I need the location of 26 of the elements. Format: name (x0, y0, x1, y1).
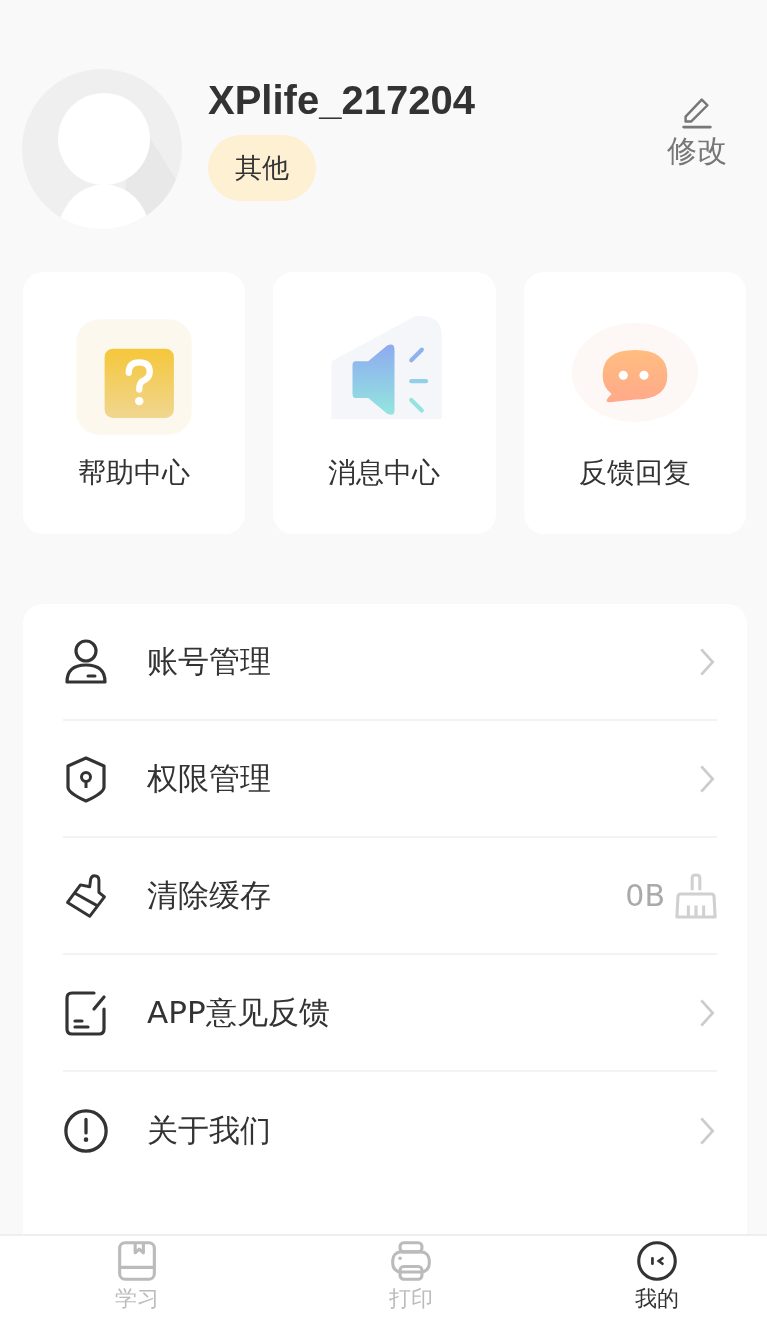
username: XPlife_217204 (208, 77, 475, 123)
broom-icon (675, 872, 717, 919)
printer-icon (389, 1240, 432, 1282)
shortcut-card[interactable]: 反馈回复 (523, 272, 746, 534)
menu-item[interactable]: APP意见反馈 (63, 955, 717, 1072)
tab[interactable]: 我的 (547, 1236, 767, 1318)
menu-item[interactable]: 权限管理 (63, 721, 717, 838)
book-icon (115, 1240, 158, 1282)
chevron-right-icon (699, 1115, 715, 1146)
shield-icon (63, 754, 109, 803)
person-icon (63, 637, 109, 686)
edit-button[interactable]: 修改 (667, 90, 727, 172)
chevron-right-icon (699, 763, 715, 794)
chevron-right-icon (699, 997, 715, 1028)
info-icon (63, 1106, 109, 1155)
menu-item[interactable]: 清除缓存 0B (63, 838, 717, 955)
cache-size: 0B (625, 878, 665, 913)
menu-item[interactable]: 账号管理 (63, 604, 717, 721)
note-edit-icon (63, 988, 109, 1037)
user-tag: 其他 (208, 134, 316, 201)
menu-item[interactable]: 关于我们 (63, 1072, 717, 1189)
brush-icon (63, 871, 109, 920)
shortcut-card[interactable]: 消息中心 (273, 272, 496, 534)
face-icon (636, 1240, 679, 1282)
chevron-right-icon (699, 646, 715, 677)
shortcut-card[interactable]: 帮助中心 (23, 272, 246, 534)
